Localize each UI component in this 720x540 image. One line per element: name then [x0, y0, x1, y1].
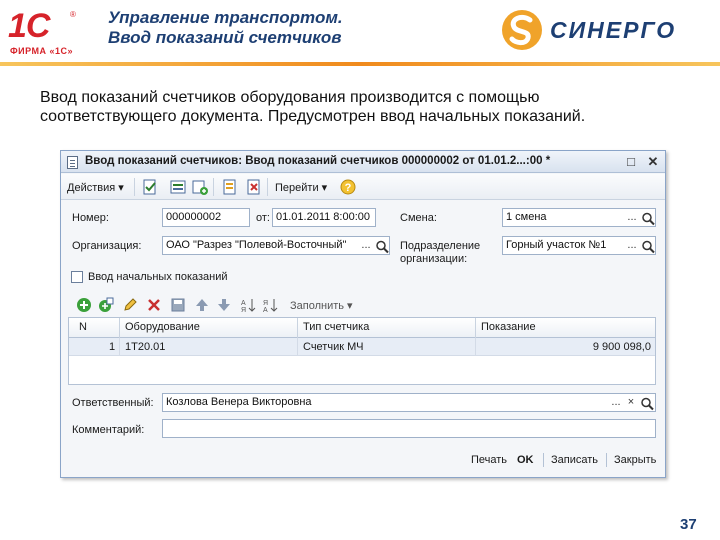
readings-table: N Оборудование Тип счетчика Показание 1 … [68, 317, 656, 385]
column-header-reading[interactable]: Показание [481, 321, 536, 333]
print-button[interactable]: Печать [471, 454, 507, 466]
division-select-button[interactable]: ... [624, 238, 640, 255]
column-header-equipment[interactable]: Оборудование [125, 321, 200, 333]
slide-header: 1С ® ФИРМА «1С» Управление транспортом. … [0, 0, 720, 66]
shift-value: 1 смена [506, 211, 547, 223]
slide-title-line-1: Управление транспортом. [108, 8, 343, 27]
division-label-line-2: организации: [400, 253, 468, 265]
cell-separator [475, 338, 476, 356]
registered-mark: ® [70, 10, 76, 19]
division-label-line-1: Подразделение [400, 240, 481, 252]
table-row[interactable]: 1 1Т20.01 Счетчик МЧ 9 900 098,0 [69, 338, 655, 356]
column-header-meter-type[interactable]: Тип счетчика [303, 321, 369, 333]
ok-button[interactable]: OK [517, 454, 534, 466]
fill-menu[interactable]: Заполнить ▾ [290, 299, 353, 312]
column-header-n[interactable]: N [79, 321, 87, 333]
help-icon[interactable]: ? [339, 178, 357, 196]
initial-readings-checkbox[interactable] [71, 271, 83, 283]
move-down-icon[interactable] [216, 297, 232, 313]
slide-body-text: Ввод показаний счетчиков оборудования пр… [40, 88, 700, 126]
comment-label: Комментарий: [72, 424, 145, 436]
cell-reading: 9 900 098,0 [592, 341, 651, 353]
organization-value: ОАО "Разрез "Полевой-Восточный" [166, 239, 347, 251]
shift-select-button[interactable]: ... [624, 210, 640, 227]
edit-row-icon[interactable] [122, 297, 138, 313]
sinergo-logo: СИНЕРГО [500, 8, 710, 52]
add-row-icon[interactable] [76, 297, 92, 313]
responsible-value: Козлова Венера Викторовна [166, 396, 312, 408]
unpost-icon[interactable] [245, 178, 263, 196]
copy-row-icon[interactable] [98, 297, 114, 313]
command-bar: Действия ▾ Перейти ▾ ? [61, 174, 665, 200]
organization-select-button[interactable]: ... [358, 238, 374, 255]
organization-label: Организация: [72, 240, 142, 252]
logo-1c: 1С ® ФИРМА «1С» [8, 6, 80, 60]
column-separator [119, 318, 120, 338]
document-icon [67, 156, 78, 169]
window-title: Ввод показаний счетчиков: Ввод показаний… [85, 155, 551, 167]
cell-equipment: 1Т20.01 [125, 341, 166, 353]
svg-text:Я: Я [263, 300, 268, 307]
move-up-icon[interactable] [194, 297, 210, 313]
sort-asc-icon[interactable]: АЯ [240, 297, 256, 313]
sinergo-s-icon [502, 10, 542, 50]
column-separator [297, 318, 298, 338]
slide-title: Управление транспортом. Ввод показаний с… [108, 8, 488, 48]
sinergo-text: СИНЕРГО [550, 17, 677, 43]
svg-text:Я: Я [241, 307, 246, 313]
close-icon[interactable]: ✕ [645, 154, 661, 170]
sort-desc-icon[interactable]: ЯА [262, 297, 278, 313]
division-value: Горный участок №1 [506, 239, 607, 251]
shift-label: Смена: [400, 212, 437, 224]
svg-text:А: А [263, 307, 268, 313]
post-icon[interactable] [141, 178, 159, 196]
slide-title-line-2: Ввод показаний счетчиков [108, 28, 342, 47]
cell-separator [297, 338, 298, 356]
delete-row-icon[interactable] [146, 297, 162, 313]
cell-separator [119, 338, 120, 356]
initial-readings-label: Ввод начальных показаний [88, 271, 228, 283]
actions-menu[interactable]: Действия ▾ [67, 181, 124, 194]
shift-search-icon[interactable] [640, 210, 656, 227]
date-field[interactable]: 01.01.2011 8:00:00 [272, 208, 376, 227]
slide-text-line-1: Ввод показаний счетчиков оборудования пр… [40, 89, 540, 106]
end-edit-icon[interactable] [170, 297, 186, 313]
cell-n: 1 [109, 341, 116, 353]
form-footer: Печать OK Записать Закрыть [61, 448, 665, 472]
window-titlebar: Ввод показаний счетчиков: Ввод показаний… [61, 151, 665, 173]
date-label: от: [256, 212, 270, 224]
slide-text-line-2: соответствующего документа. Предусмотрен… [40, 108, 586, 125]
page-number: 37 [680, 516, 697, 533]
add-copy-icon[interactable] [191, 178, 209, 196]
footer-separator [606, 453, 607, 467]
toolbar-separator [213, 178, 214, 196]
repost-icon[interactable] [169, 178, 187, 196]
responsible-clear-button[interactable]: × [623, 395, 639, 412]
svg-text:?: ? [345, 182, 352, 194]
goto-menu[interactable]: Перейти ▾ [275, 181, 327, 194]
column-separator [475, 318, 476, 338]
responsible-search-icon[interactable] [639, 395, 655, 412]
save-button[interactable]: Записать [551, 454, 598, 466]
responsible-select-button[interactable]: ... [608, 395, 624, 412]
number-label: Номер: [72, 212, 109, 224]
header-rule [0, 62, 720, 66]
svg-text:А: А [241, 300, 246, 307]
cell-meter-type: Счетчик МЧ [303, 341, 364, 353]
toolbar-separator [267, 178, 268, 196]
responsible-label: Ответственный: [72, 397, 154, 409]
number-field[interactable]: 000000002 [162, 208, 250, 227]
footer-separator [543, 453, 544, 467]
comment-field[interactable] [162, 419, 656, 438]
toolbar-separator [134, 178, 135, 196]
organization-search-icon[interactable] [374, 238, 390, 255]
logo-1c-subtitle: ФИРМА «1С» [10, 46, 74, 56]
division-search-icon[interactable] [640, 238, 656, 255]
table-header: N Оборудование Тип счетчика Показание [69, 318, 655, 338]
fill-icon[interactable] [221, 178, 239, 196]
maximize-icon[interactable]: □ [623, 154, 639, 170]
close-button[interactable]: Закрыть [614, 454, 656, 466]
organization-field[interactable]: ОАО "Разрез "Полевой-Восточный" [162, 236, 390, 255]
responsible-field[interactable]: Козлова Венера Викторовна [162, 393, 656, 412]
